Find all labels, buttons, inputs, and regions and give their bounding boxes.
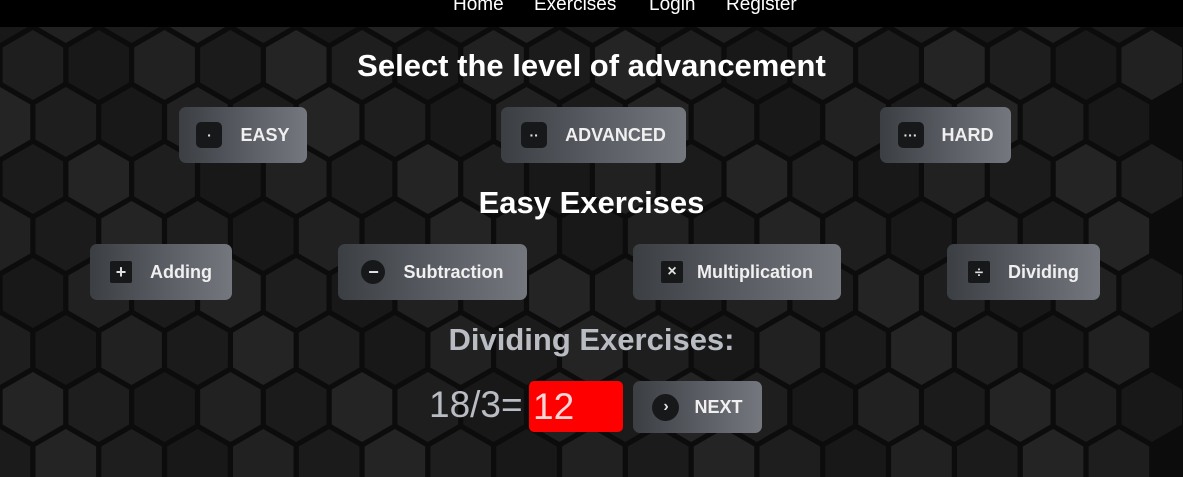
hexagon-tile <box>1022 87 1084 157</box>
multiplication-button[interactable]: × Multiplication <box>633 244 841 300</box>
hexagon-tile <box>298 87 360 157</box>
hexagon-tile <box>298 429 360 477</box>
hexagon-tile <box>858 258 919 328</box>
answer-input[interactable] <box>529 381 623 432</box>
hexagon-tile <box>627 429 689 477</box>
hexagon-tile <box>759 429 821 477</box>
hexagon-tile <box>101 87 162 157</box>
hexagon-tile <box>562 429 623 477</box>
hexagon-tile <box>101 429 162 477</box>
hexagon-tile <box>1022 429 1084 477</box>
level-title: Select the level of advancement <box>357 48 826 83</box>
hexagon-tile <box>858 372 919 442</box>
dividing-button[interactable]: ÷ Dividing <box>947 244 1100 300</box>
nav-exercises-link[interactable]: Exercises <box>534 0 616 16</box>
hexagon-tile <box>364 87 426 157</box>
hexagon-tile <box>1088 87 1150 157</box>
hexagon-tile <box>891 429 952 477</box>
hexagon-tile <box>265 372 327 442</box>
hexagon-tile <box>2 258 64 328</box>
hexagon-tile <box>989 372 1051 442</box>
hexagon-tile <box>1055 372 1117 442</box>
divide-square-icon: ÷ <box>968 261 990 283</box>
hexagon-tile <box>265 258 327 328</box>
hexagon-tile <box>759 87 821 157</box>
minus-circle-icon: − <box>361 260 386 284</box>
hexagon-tile <box>364 429 426 477</box>
hexagon-tile <box>496 429 557 477</box>
level-easy-label: EASY <box>240 124 290 145</box>
subtraction-button[interactable]: − Subtraction <box>338 244 527 300</box>
hexagon-tile <box>233 429 294 477</box>
level-advanced-label: ADVANCED <box>565 124 666 145</box>
question-text: 18/3= <box>429 384 523 425</box>
next-button[interactable]: › NEXT <box>633 381 762 433</box>
subtraction-label: Subtraction <box>403 261 504 282</box>
chevron-right-circle-icon: › <box>652 393 680 421</box>
hexagon-tile <box>35 87 97 157</box>
hexagon-tile <box>1121 258 1183 328</box>
level-advanced-button[interactable]: ·· ADVANCED <box>501 107 686 163</box>
hexagon-tile <box>1121 372 1183 442</box>
quiz-title: Dividing Exercises: <box>448 322 735 357</box>
hexagon-tile <box>430 87 491 157</box>
level-hard-button[interactable]: ··· HARD <box>880 107 1011 163</box>
hexagon-tile <box>331 372 393 442</box>
dice-three-icon: ··· <box>897 122 924 148</box>
hexagon-tile <box>825 429 886 477</box>
nav-home-link[interactable]: Home <box>453 0 504 16</box>
hexagon-tile <box>35 429 97 477</box>
top-nav: Home Exercises Login Register <box>0 0 1183 27</box>
multiplication-label: Multiplication <box>697 261 813 282</box>
dice-two-icon: ·· <box>521 122 548 148</box>
level-hard-label: HARD <box>941 124 994 145</box>
exercises-title: Easy Exercises <box>478 185 705 220</box>
hexagon-tile <box>693 87 755 157</box>
plus-square-icon: + <box>110 261 132 283</box>
level-easy-button[interactable]: · EASY <box>179 107 307 163</box>
hexagon-tile <box>924 372 985 442</box>
hexagon-tile <box>134 372 195 442</box>
hexagon-tile <box>1088 429 1150 477</box>
hexagon-tile <box>200 372 261 442</box>
times-square-icon: × <box>661 261 683 283</box>
hexagon-tile <box>167 429 228 477</box>
adding-label: Adding <box>150 261 212 282</box>
hexagon-tile <box>792 372 853 442</box>
adding-button[interactable]: + Adding <box>90 244 232 300</box>
hexagon-tile <box>68 372 129 442</box>
hexagon-tile <box>529 258 590 328</box>
hexagon-tile <box>2 372 64 442</box>
nav-register-link[interactable]: Register <box>726 0 797 16</box>
dividing-label: Dividing <box>1008 261 1079 282</box>
nav-login-link[interactable]: Login <box>649 0 696 16</box>
hexagon-tile <box>0 87 31 157</box>
next-label: NEXT <box>694 396 743 417</box>
hexagon-tile <box>693 429 755 477</box>
hexagon-tile <box>430 429 491 477</box>
hexagon-tile <box>957 429 1018 477</box>
dice-one-icon: · <box>196 122 223 148</box>
hexagon-tile <box>825 87 886 157</box>
